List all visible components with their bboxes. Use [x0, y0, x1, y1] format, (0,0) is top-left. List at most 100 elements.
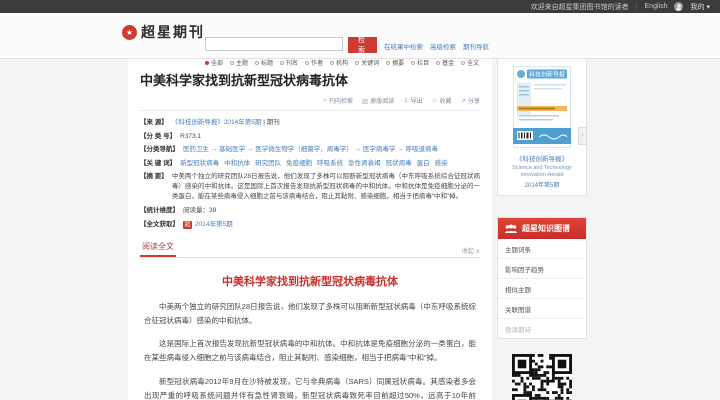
- radio-icon: [386, 60, 391, 65]
- keyword-link[interactable]: 研究团队: [255, 160, 281, 167]
- meta-label: 【来 源】: [140, 119, 168, 126]
- knowledge-graph-title: 超星知识图谱: [522, 224, 570, 233]
- tab-read-fulltext[interactable]: 阅读全文: [140, 238, 176, 257]
- action-button[interactable]: ⇩ 导出: [403, 96, 422, 106]
- scope-radio[interactable]: 作者: [305, 58, 323, 67]
- english-link[interactable]: English: [645, 3, 668, 10]
- meta-label: 【关 键 词】: [140, 159, 177, 167]
- keyword-link[interactable]: 中和抗体: [224, 160, 250, 167]
- cover-next-arrow[interactable]: ›: [578, 127, 587, 145]
- scope-label: 全部: [211, 61, 224, 67]
- radio-icon: [305, 60, 310, 65]
- clc-value: R373.1: [180, 132, 202, 140]
- knowledge-graph-more: 敬请期待: [505, 326, 531, 334]
- collapse-button[interactable]: 收起 ∧: [462, 246, 480, 257]
- user-menu[interactable]: 我的 ▾: [690, 2, 710, 12]
- keyword-list: 新型冠状病毒 中和抗体 研究团队 免疫细胞 呼吸系统 急性肾衰竭 冠状病毒 蛋白 感染: [180, 159, 453, 169]
- scope-label: 机构: [336, 61, 349, 67]
- search-link[interactable]: 高级检索: [430, 41, 456, 51]
- qr-code: [512, 354, 572, 400]
- fulltext-body: 中美两个独立的研究团队28日报告说，他们发现了多株可以阻断新型冠状病毒（中东呼吸…: [140, 300, 480, 400]
- journal-english-name-2: Innovation Herald: [520, 172, 564, 178]
- fulltext-paragraph: 中美两个独立的研究团队28日报告说，他们发现了多株可以阻断新型冠状病毒（中东呼吸…: [144, 301, 476, 325]
- meta-source-row: 【来 源】 《科技创新导报》2014年第5期 | 期刊: [140, 118, 480, 128]
- fulltext-link[interactable]: 2014年第5期: [195, 221, 233, 228]
- keyword-link[interactable]: 冠状病毒: [386, 160, 412, 167]
- scope-radio[interactable]: 全部: [205, 58, 223, 67]
- radio-icon: [411, 60, 416, 65]
- keyword-link[interactable]: 急性肾衰竭: [348, 160, 381, 167]
- search-link[interactable]: 期刊导航: [463, 41, 489, 51]
- meta-clc-row: 【分 类 号】 R373.1: [140, 132, 480, 142]
- keyword-link[interactable]: 呼吸系统: [317, 160, 343, 167]
- radio-icon: [280, 60, 285, 65]
- scope-radio[interactable]: 标题: [255, 58, 273, 67]
- meta-nav-row: 【分类导航】 医药卫生 → 基础医学 → 医学微生物学（细菌学、病毒学） → 医…: [140, 145, 480, 155]
- reader-tab-bar: 阅读全文 收起 ∧: [140, 238, 480, 258]
- action-label: 分享: [467, 99, 480, 105]
- classification-breadcrumb[interactable]: 医药卫生 → 基础医学 → 医学微生物学（细菌学、病毒学） → 医学病毒学 → …: [183, 145, 438, 155]
- scope-label: 标题: [261, 61, 274, 67]
- journal-cover-image[interactable]: 科技创新导报: [513, 66, 571, 148]
- scope-label: 作者: [311, 61, 324, 67]
- chaoxing-badge-icon: 超: [183, 220, 193, 229]
- meta-fulltext-row: 【全文获取】 超 2014年第5期: [140, 220, 480, 230]
- fulltext-paragraph: 新型冠状病毒2012年9月在沙特被发现，它与非典病毒（SARS）同属冠状病毒。其…: [144, 376, 476, 400]
- fulltext-heading: 中美科学家找到抗新型冠状病毒抗体: [222, 275, 398, 288]
- scope-label: 栏目: [417, 61, 430, 67]
- action-icon: ↗: [460, 97, 466, 105]
- knowledge-graph-item[interactable]: 关联图谱: [498, 299, 586, 319]
- journal-issue-link[interactable]: 2014年第5期: [502, 180, 582, 189]
- scope-radio[interactable]: 主题: [230, 58, 248, 67]
- knowledge-graph-item[interactable]: 影响因子趋势: [498, 259, 586, 279]
- action-button[interactable]: ☆ 收藏: [431, 96, 452, 106]
- meta-label: 【摘 要】: [140, 173, 168, 181]
- action-label: 收藏: [439, 99, 452, 105]
- keyword-link[interactable]: 感染: [435, 160, 448, 167]
- search-input[interactable]: [205, 37, 343, 51]
- search-links: 在结果中检索 高级检索 期刊导航: [384, 41, 489, 51]
- page: 欢迎来自超星集团图书馆的读者 | English 我的 ▾ ★ 超星期刊 检 索…: [0, 0, 720, 400]
- knowledge-graph-item[interactable]: 主题词条: [498, 239, 586, 259]
- chevron-down-icon: ▾: [706, 3, 710, 11]
- scope-radio[interactable]: 摘要: [386, 58, 404, 67]
- keyword-link[interactable]: 新型冠状病毒: [180, 160, 219, 167]
- logo-text: 超星期刊: [141, 24, 205, 40]
- radio-icon: [330, 60, 335, 65]
- radio-icon: [230, 60, 235, 65]
- meta-keywords-row: 【关 键 词】 新型冠状病毒 中和抗体 研究团队 免疫细胞 呼吸系统 急性肾衰竭 冠状病毒蛋…: [140, 159, 480, 169]
- knowledge-graph-card: 超星知识图谱 主题词条 影响因子趋势 相似主题 关联图谱 敬请期待: [497, 217, 587, 339]
- journal-name-link[interactable]: 《科技创新导报》: [502, 153, 582, 163]
- keyword-link[interactable]: 蛋白: [417, 160, 430, 167]
- scope-radio[interactable]: 全文: [461, 58, 479, 67]
- scope-radio[interactable]: 刊名: [280, 58, 298, 67]
- search-scope-radios: 全部 主题 标题 刊名 作者 机构 关键词 摘要 栏目 基金 全文: [205, 58, 479, 67]
- scope-radio[interactable]: 机构: [330, 58, 348, 67]
- journal-link[interactable]: 《科技创新导报》2014年第5期: [172, 119, 262, 126]
- knowledge-graph-item[interactable]: 相似主题: [498, 279, 586, 299]
- site-logo[interactable]: ★ 超星期刊: [122, 22, 205, 42]
- scope-radio[interactable]: 关键词: [355, 58, 379, 67]
- action-icon: ☆: [431, 97, 438, 105]
- action-button[interactable]: ↗ 分享: [460, 96, 480, 106]
- meta-label: 【全文获取】: [140, 220, 179, 228]
- knowledge-graph-list: 主题词条 影响因子趋势 相似主题 关联图谱: [498, 239, 586, 319]
- journal-cover-card: 科技创新导报 《科技创新导报》 Science and Technology I…: [497, 58, 587, 196]
- action-button[interactable]: ⌕ 刊内检索: [323, 96, 353, 106]
- search-link[interactable]: 在结果中检索: [384, 41, 423, 51]
- article-actions: ⌕ 刊内检索 ▥ 原版阅读 ⇩ 导出 ☆ 收藏 ↗ 分享: [140, 96, 480, 111]
- meta-label: 【分 类 号】: [140, 132, 177, 140]
- search-button[interactable]: 检 索: [348, 37, 377, 54]
- journal-english-name-1: Science and Technology: [512, 165, 572, 171]
- scope-radio[interactable]: 基金: [436, 58, 454, 67]
- action-button[interactable]: ▥ 原版阅读: [362, 96, 394, 106]
- people-icon: [504, 223, 518, 233]
- meta-label: 【统计维度】: [140, 206, 179, 214]
- radio-icon: [436, 60, 441, 65]
- divider: |: [635, 3, 638, 10]
- keyword-link[interactable]: 免疫细胞: [286, 160, 312, 167]
- fulltext-paragraph: 这是国际上首次报告发现抗新型冠状病毒的中和抗体。中和抗体是免疫细胞分泌的一类蛋白…: [144, 339, 476, 363]
- scope-radio[interactable]: 栏目: [411, 58, 429, 67]
- radio-icon: [355, 60, 360, 65]
- user-avatar[interactable]: [674, 2, 684, 11]
